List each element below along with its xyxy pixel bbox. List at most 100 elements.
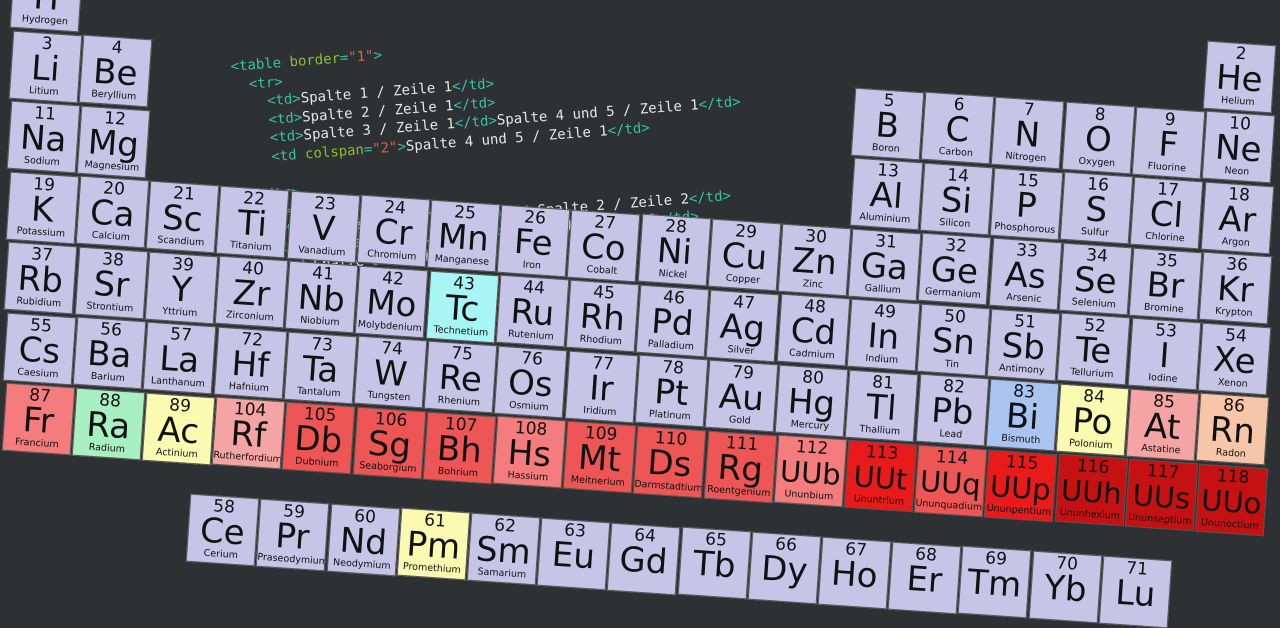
element-symbol: Hg <box>786 381 837 425</box>
element-cell: 71 Lu <box>1098 555 1173 628</box>
element-cell: 52 Te Tellurium <box>1057 312 1131 386</box>
element-cell: 29 Cu Copper <box>707 218 782 292</box>
element-symbol: P <box>1014 184 1038 227</box>
element-cell: 6 C Carbon <box>920 91 995 165</box>
element-symbol: V <box>309 207 336 250</box>
element-symbol: He <box>1215 57 1265 101</box>
element-symbol: Bi <box>1004 395 1040 439</box>
element-cell: 80 Hg Mercury <box>774 364 849 438</box>
element-symbol: Mn <box>436 216 491 260</box>
element-cell: 72 Hf Hafnium <box>213 326 287 400</box>
element-cell: 40 Zr Zirconium <box>214 255 289 329</box>
element-cell: 19 K Potassium <box>5 171 80 244</box>
element-symbol: Er <box>905 558 944 601</box>
element-symbol: N <box>1013 114 1042 156</box>
element-cell: 55 Cs Caesium <box>2 312 77 385</box>
element-cell: 14 Si Silicon <box>919 162 994 236</box>
element-symbol: As <box>1003 254 1047 298</box>
element-name <box>608 586 675 591</box>
element-symbol: Ir <box>587 367 615 410</box>
element-symbol: UUp <box>989 468 1053 507</box>
element-cell: 37 Rb Rubidium <box>4 241 78 315</box>
element-cell: 28 Ni Nickel <box>637 213 711 287</box>
periodic-table: 1HHydrogen 2HeHelium 3LiLitium4BeBeryllium… <box>0 0 1280 628</box>
element-cell: 116 UUh Ununhexium <box>1054 453 1128 527</box>
element-cell: 24 Cr Chromium <box>356 194 431 268</box>
element-symbol: Cl <box>1148 193 1185 237</box>
element-cell: 74 W Tungsten <box>353 335 428 409</box>
element-cell: 50 Sn Tin <box>916 303 991 377</box>
element-name <box>1030 615 1097 620</box>
element-cell: 3 Li Litium <box>8 30 82 103</box>
element-symbol: Ga <box>859 244 910 289</box>
element-symbol: Bh <box>435 428 483 471</box>
element-name <box>819 600 886 605</box>
element-symbol: I <box>1157 335 1171 377</box>
element-cell: 70 Yb <box>1028 550 1102 624</box>
element-symbol: Hf <box>229 343 271 386</box>
element-cell: 16 S Sulfur <box>1059 171 1134 245</box>
element-cell: 84 Po Polonium <box>1055 383 1130 457</box>
element-symbol: Si <box>939 179 974 222</box>
element-cell: 66 Dy <box>747 531 822 605</box>
element-cell: 39 Y Yttrium <box>144 251 219 324</box>
element-symbol: Rb <box>16 258 65 302</box>
element-symbol: Sb <box>1000 325 1047 368</box>
element-cell: 7 N Nitrogen <box>991 96 1065 170</box>
element-symbol: Ce <box>198 510 247 554</box>
element-cell: 81 Tl Thallium <box>845 369 919 442</box>
element-name <box>679 591 746 596</box>
element-cell: 67 Ho <box>817 536 892 610</box>
element-cell: 65 Tb <box>677 527 751 600</box>
element-cell: 105 Db Dubnium <box>282 401 356 475</box>
element-symbol: Ge <box>929 249 980 293</box>
element-cell: 22 Ti Titanium <box>216 185 290 259</box>
element-cell: 32 Ge Germanium <box>918 232 992 306</box>
element-cell: 114 UUq Ununquadium <box>913 444 988 518</box>
element-symbol: Lu <box>1113 572 1157 616</box>
element-symbol: La <box>158 338 201 382</box>
element-symbol: Os <box>507 362 555 406</box>
element-symbol: Nb <box>296 277 347 321</box>
element-cell: 61 Pm Promethium <box>396 508 471 581</box>
element-cell: 5 B Boron <box>850 87 925 160</box>
element-symbol: K <box>29 188 55 231</box>
element-cell: 89 Ac Actinium <box>141 392 216 465</box>
element-symbol: Ra <box>84 404 132 448</box>
element-cell: 64 Gd <box>607 522 681 595</box>
element-symbol: Fr <box>21 399 55 443</box>
element-cell: 46 Pd Palladium <box>635 284 710 358</box>
element-cell: 35 Br Bromine <box>1128 247 1203 320</box>
element-cell: 23 V Vanadium <box>286 190 360 263</box>
element-cell: 85 At Astatine <box>1125 388 1200 461</box>
element-cell: 43 Tc Technetium <box>425 270 499 343</box>
element-symbol: Na <box>19 117 68 161</box>
element-cell: 13 Al Aluminium <box>849 157 923 231</box>
element-cell: 76 Os Osmium <box>494 345 568 419</box>
element-cell: 86 Rn Radon <box>1196 392 1270 466</box>
element-cell: 109 Mt Meitnerium <box>562 420 637 494</box>
element-cell: 79 Au Gold <box>704 359 779 433</box>
element-cell: 62 Sm Samarium <box>466 512 541 586</box>
element-symbol: Cu <box>720 235 769 279</box>
element-symbol: Db <box>293 418 344 462</box>
element-cell: 57 La Lanthanum <box>143 321 217 395</box>
element-cell: 15 P Phosphorous <box>989 167 1064 240</box>
element-symbol: Po <box>1071 400 1114 444</box>
element-cell: 31 Ga Gallium <box>847 228 922 301</box>
element-symbol: B <box>874 104 901 147</box>
element-cell: 60 Nd Neodymium <box>326 503 400 576</box>
element-name <box>959 610 1026 615</box>
element-cell: 25 Mn Manganese <box>426 199 501 273</box>
element-name <box>1100 619 1167 624</box>
element-symbol: Nd <box>338 520 388 564</box>
element-cell: 58 Ce Cerium <box>185 493 260 567</box>
element-cell: 10 Ne Neon <box>1201 110 1276 184</box>
element-symbol: Gd <box>618 538 670 583</box>
element-cell: 73 Ta Tantalum <box>283 331 358 404</box>
element-symbol: Yb <box>1042 567 1088 611</box>
element-symbol: Au <box>717 376 766 420</box>
element-cell: 78 Pt Platinum <box>634 354 709 428</box>
element-symbol: Br <box>1145 264 1186 307</box>
element-symbol: Sr <box>91 263 131 306</box>
